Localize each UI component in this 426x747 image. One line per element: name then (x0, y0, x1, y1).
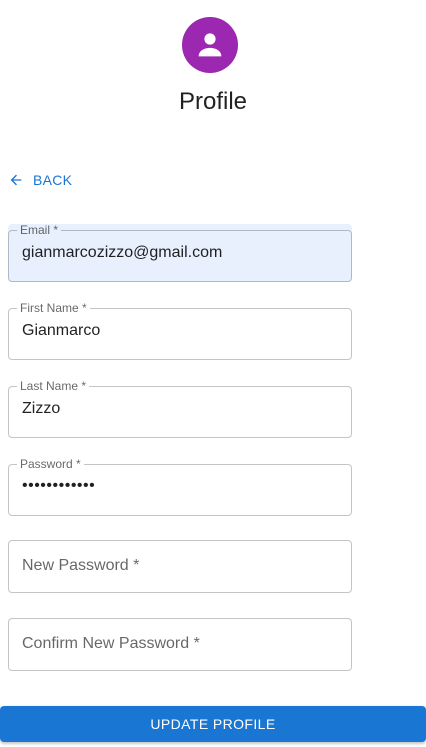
email-label: Email * (20, 223, 59, 237)
back-button[interactable]: BACK (8, 170, 72, 190)
first-name-value: Gianmarco (22, 322, 101, 339)
avatar (182, 17, 238, 73)
password-field[interactable]: Password * •••••••••••• (8, 458, 352, 516)
person-icon (198, 33, 222, 57)
update-profile-button[interactable]: UPDATE PROFILE (0, 706, 426, 742)
email-field[interactable]: Email * gianmarcozizzo@gmail.com (8, 224, 352, 282)
arrow-left-icon (10, 174, 22, 186)
back-label: BACK (33, 172, 73, 188)
last-name-value: Zizzo (22, 400, 61, 417)
password-label: Password * (20, 457, 81, 471)
email-value: gianmarcozizzo@gmail.com (22, 244, 223, 261)
page-title: Profile (178, 88, 248, 115)
last-name-label: Last Name * (20, 379, 87, 393)
new-password-field[interactable]: New Password * (8, 535, 352, 593)
new-password-label: New Password * (22, 557, 140, 574)
last-name-field[interactable]: Last Name * Zizzo (8, 380, 352, 438)
confirm-new-password-field[interactable]: Confirm New Password * (8, 613, 352, 671)
confirm-new-password-label: Confirm New Password * (22, 635, 200, 652)
password-value: •••••••••••• (22, 477, 96, 494)
first-name-field[interactable]: First Name * Gianmarco (8, 302, 352, 360)
first-name-label: First Name * (20, 301, 87, 315)
